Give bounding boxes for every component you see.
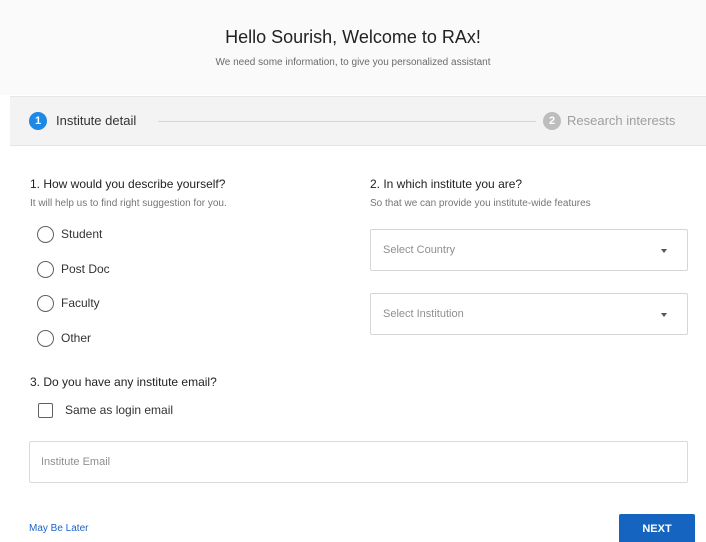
radio-circle-icon[interactable] xyxy=(37,226,54,243)
next-button[interactable]: NEXT xyxy=(619,514,695,542)
checkbox-icon[interactable] xyxy=(38,403,53,418)
question-1-subtitle: It will help us to find right suggestion… xyxy=(30,198,227,209)
step-1-label: Institute detail xyxy=(56,113,137,128)
question-3-title: 3. Do you have any institute email? xyxy=(30,375,217,389)
radio-circle-icon[interactable] xyxy=(37,330,54,347)
step-2-number-badge: 2 xyxy=(543,112,561,130)
dropdown-caret-icon xyxy=(661,249,667,253)
country-select[interactable]: Select Country xyxy=(370,229,688,271)
question-2-title: 2. In which institute you are? xyxy=(370,177,523,191)
radio-circle-icon[interactable] xyxy=(37,295,54,312)
dropdown-caret-icon xyxy=(661,313,667,317)
radio-circle-icon[interactable] xyxy=(37,261,54,278)
welcome-header: Hello Sourish, Welcome to RAx! We need s… xyxy=(0,0,706,95)
may-be-later-link[interactable]: May Be Later xyxy=(29,523,88,534)
institute-email-input[interactable] xyxy=(29,441,688,483)
radio-option-label: Faculty xyxy=(61,296,100,310)
page-title: Hello Sourish, Welcome to RAx! xyxy=(225,27,481,47)
step-2-label: Research interests xyxy=(567,113,676,128)
checkbox-label: Same as login email xyxy=(65,403,174,417)
radio-option-label: Post Doc xyxy=(61,262,110,276)
step-1-number-badge: 1 xyxy=(29,112,47,130)
country-select-value: Select Country xyxy=(383,244,456,256)
question-2-subtitle: So that we can provide you institute-wid… xyxy=(370,198,591,209)
radio-option-label: Student xyxy=(61,227,103,241)
page-subtitle: We need some information, to give you pe… xyxy=(215,57,491,68)
radio-option-label: Other xyxy=(61,331,92,345)
institution-select[interactable]: Select Institution xyxy=(370,293,688,335)
stepper-connector-line xyxy=(158,121,536,122)
same-as-login-email-checkbox[interactable]: Same as login email xyxy=(38,401,258,421)
stepper: 1 Institute detail 2 Research interests xyxy=(10,96,706,146)
question-1-title: 1. How would you describe yourself? xyxy=(30,177,226,191)
institution-select-value: Select Institution xyxy=(383,308,464,320)
